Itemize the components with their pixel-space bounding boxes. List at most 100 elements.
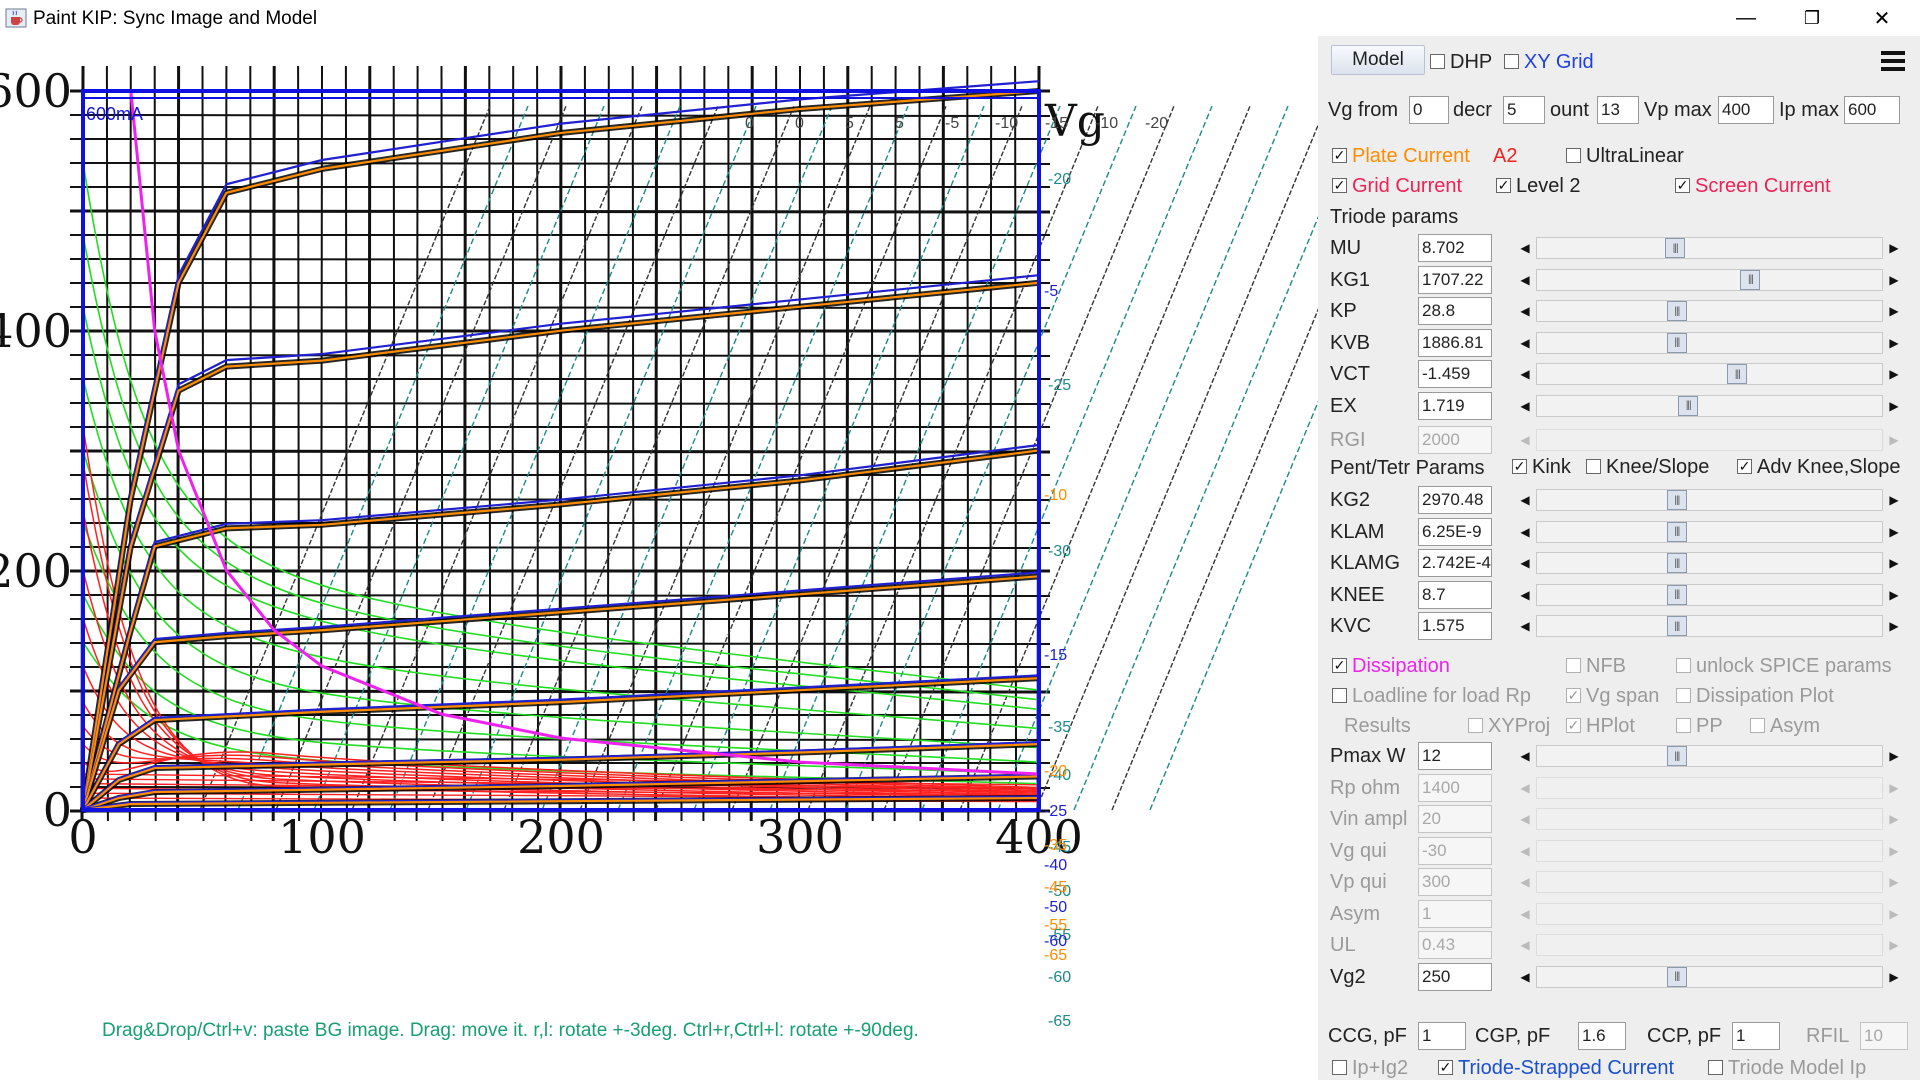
rp-ohm-slider-left-icon[interactable]: ◀ <box>1515 776 1535 800</box>
kp-slider[interactable]: ◀ ▶ ||| <box>1515 299 1904 323</box>
vin-ampl-input[interactable] <box>1418 805 1492 833</box>
rgi-slider-left-icon[interactable]: ◀ <box>1515 428 1535 452</box>
ul-input[interactable] <box>1418 931 1492 959</box>
pmax-w-slider[interactable]: ◀ ▶ ||| <box>1515 744 1904 768</box>
ul-slider-right-icon[interactable]: ▶ <box>1884 933 1904 957</box>
vg-qui-slider[interactable]: ◀ ▶ <box>1515 838 1904 863</box>
vg-qui-input[interactable] <box>1418 836 1492 865</box>
unlock-spice-checkbox[interactable] <box>1676 658 1691 673</box>
vp-qui-slider-right-icon[interactable]: ▶ <box>1884 870 1904 894</box>
xyproj-checkbox[interactable] <box>1468 718 1483 733</box>
vp-qui-slider-left-icon[interactable]: ◀ <box>1515 870 1535 894</box>
ex-slider[interactable]: ◀ ▶ ||| <box>1515 393 1904 418</box>
klam-slider-thumb[interactable]: ||| <box>1666 521 1687 542</box>
cgp-input[interactable] <box>1578 1022 1626 1050</box>
level2-checkbox[interactable]: ✓ <box>1496 178 1511 193</box>
ex-slider-left-icon[interactable]: ◀ <box>1515 394 1535 418</box>
close-button[interactable]: ✕ <box>1852 0 1912 36</box>
knee-slider-thumb[interactable]: ||| <box>1666 584 1687 605</box>
ip-max-input[interactable] <box>1844 96 1900 124</box>
vp-qui-input[interactable] <box>1418 868 1492 896</box>
restore-button[interactable]: ❐ <box>1782 0 1842 36</box>
mu-slider-left-icon[interactable]: ◀ <box>1515 236 1535 260</box>
dissipation-checkbox[interactable]: ✓ <box>1332 658 1347 673</box>
hplot-checkbox[interactable]: ✓ <box>1566 718 1581 733</box>
kvb-slider[interactable]: ◀ ▶ ||| <box>1515 330 1904 355</box>
asym-slider-left-icon[interactable]: ◀ <box>1515 902 1535 926</box>
rp-ohm-slider[interactable]: ◀ ▶ <box>1515 775 1904 800</box>
mu-slider-right-icon[interactable]: ▶ <box>1884 236 1904 260</box>
count-input[interactable] <box>1597 96 1639 124</box>
knee-input[interactable] <box>1418 580 1492 609</box>
pmax-w-slider-right-icon[interactable]: ▶ <box>1884 744 1904 768</box>
ultralinear-checkbox[interactable] <box>1566 148 1581 163</box>
ccg-input[interactable] <box>1418 1022 1466 1050</box>
pmax-w-input[interactable] <box>1418 742 1492 770</box>
triode-model-ip-checkbox[interactable] <box>1708 1060 1723 1075</box>
pmax-w-slider-left-icon[interactable]: ◀ <box>1515 744 1535 768</box>
mu-slider-thumb[interactable]: ||| <box>1665 238 1686 258</box>
kvc-input[interactable] <box>1418 612 1492 640</box>
ex-slider-right-icon[interactable]: ▶ <box>1884 394 1904 418</box>
loadline-checkbox[interactable] <box>1332 688 1347 703</box>
vg-from-input[interactable] <box>1409 96 1449 124</box>
vp-qui-slider[interactable]: ◀ ▶ <box>1515 870 1904 894</box>
vct-input[interactable] <box>1418 360 1492 388</box>
kg1-slider-left-icon[interactable]: ◀ <box>1515 268 1535 292</box>
model-button[interactable]: Model <box>1331 45 1425 75</box>
characteristic-plot[interactable]: 60040020000100200300400Vg600mADrag&Drop/… <box>0 36 1318 1080</box>
vg2-slider-right-icon[interactable]: ▶ <box>1884 965 1904 989</box>
plot-canvas[interactable]: 60040020000100200300400Vg600mADrag&Drop/… <box>0 36 1318 1080</box>
ul-slider[interactable]: ◀ ▶ <box>1515 933 1904 957</box>
kg2-slider-left-icon[interactable]: ◀ <box>1515 488 1535 512</box>
kvb-input[interactable] <box>1418 328 1492 357</box>
rgi-slider[interactable]: ◀ ▶ <box>1515 428 1904 452</box>
kp-input[interactable] <box>1418 297 1492 325</box>
vg-qui-slider-left-icon[interactable]: ◀ <box>1515 839 1535 863</box>
asym-input[interactable] <box>1418 899 1492 928</box>
vg-span-checkbox[interactable]: ✓ <box>1566 688 1581 703</box>
kp-slider-right-icon[interactable]: ▶ <box>1884 299 1904 323</box>
vg2-slider[interactable]: ◀ ▶ ||| <box>1515 964 1904 989</box>
nfb-checkbox[interactable] <box>1566 658 1581 673</box>
vg-qui-slider-right-icon[interactable]: ▶ <box>1884 839 1904 863</box>
klamg-input[interactable] <box>1418 549 1492 577</box>
kvb-slider-thumb[interactable]: ||| <box>1666 332 1687 353</box>
xy-grid-checkbox[interactable] <box>1504 54 1519 69</box>
klamg-slider-right-icon[interactable]: ▶ <box>1884 551 1904 575</box>
vct-slider[interactable]: ◀ ▶ ||| <box>1515 362 1904 386</box>
vg2-slider-thumb[interactable]: ||| <box>1666 966 1687 987</box>
vct-slider-right-icon[interactable]: ▶ <box>1884 362 1904 386</box>
vg2-slider-left-icon[interactable]: ◀ <box>1515 965 1535 989</box>
kg2-input[interactable] <box>1418 486 1492 514</box>
kvc-slider-left-icon[interactable]: ◀ <box>1515 614 1535 638</box>
kg1-slider-thumb[interactable]: ||| <box>1740 269 1761 290</box>
rp-ohm-slider-right-icon[interactable]: ▶ <box>1884 776 1904 800</box>
vg2-input[interactable] <box>1418 962 1492 991</box>
klam-slider-right-icon[interactable]: ▶ <box>1884 520 1904 544</box>
klam-slider-left-icon[interactable]: ◀ <box>1515 520 1535 544</box>
vct-slider-thumb[interactable]: ||| <box>1727 364 1748 384</box>
kp-slider-thumb[interactable]: ||| <box>1666 301 1687 321</box>
ccp-input[interactable] <box>1732 1022 1780 1050</box>
kink-checkbox[interactable]: ✓ <box>1512 459 1527 474</box>
dissipation-plot-checkbox[interactable] <box>1676 688 1691 703</box>
vct-slider-left-icon[interactable]: ◀ <box>1515 362 1535 386</box>
klamg-slider[interactable]: ◀ ▶ ||| <box>1515 551 1904 575</box>
klam-slider[interactable]: ◀ ▶ ||| <box>1515 519 1904 544</box>
plate-current-checkbox[interactable]: ✓ <box>1332 148 1347 163</box>
hamburger-menu-icon[interactable] <box>1878 47 1908 77</box>
knee-slider[interactable]: ◀ ▶ ||| <box>1515 582 1904 607</box>
kp-slider-left-icon[interactable]: ◀ <box>1515 299 1535 323</box>
knee-slider-right-icon[interactable]: ▶ <box>1884 583 1904 607</box>
rgi-slider-right-icon[interactable]: ▶ <box>1884 428 1904 452</box>
kvb-slider-right-icon[interactable]: ▶ <box>1884 331 1904 355</box>
klamg-slider-thumb[interactable]: ||| <box>1666 553 1687 573</box>
vp-max-input[interactable] <box>1718 96 1774 124</box>
klam-input[interactable] <box>1418 517 1492 546</box>
knee-slope-checkbox[interactable] <box>1586 459 1601 474</box>
kg1-slider[interactable]: ◀ ▶ ||| <box>1515 267 1904 292</box>
ex-slider-thumb[interactable]: ||| <box>1678 395 1699 416</box>
vin-ampl-slider-right-icon[interactable]: ▶ <box>1884 807 1904 831</box>
pmax-w-slider-thumb[interactable]: ||| <box>1666 746 1687 766</box>
